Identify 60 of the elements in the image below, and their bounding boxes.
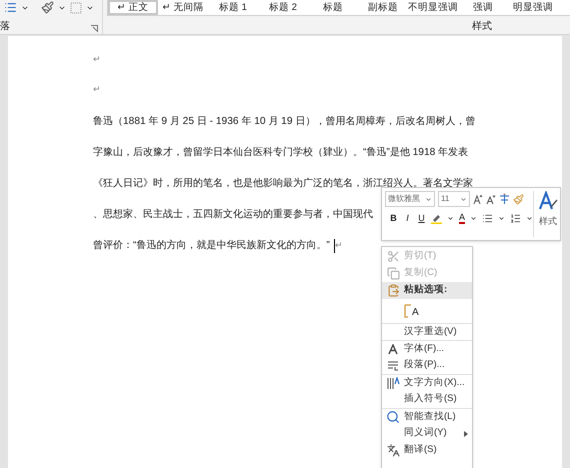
italic-button[interactable]: I [403,212,412,226]
paragraph-mark: ↵ [334,238,343,252]
body-text: 字豫山，后改豫才，曾留学日本仙台医科专门学校（肄业）。“鲁迅”是他 1918 年发表 [93,146,468,160]
body-text: 曾评价：“鲁迅的方向，就是中华民族新文化的方向。” [93,238,330,253]
paragraph-mark: ↵ [93,84,101,94]
caret-icon[interactable] [470,215,478,222]
highlighter-icon[interactable] [431,213,442,224]
translate-icon [386,444,400,457]
font-size-field[interactable]: 11 [438,191,470,207]
style-option[interactable]: 标题 2 [258,0,308,15]
menu-item[interactable]: 同义词(Y) [382,425,472,442]
styles-icon[interactable] [538,191,558,211]
styles-label[interactable]: 样式 [539,215,558,228]
body-text: 《狂人日记》时，所用的笔名，也是他影响最为广泛的笔名，浙江绍兴人。著名文学家 [93,176,473,191]
clipboard-icon [386,284,400,297]
text-direction-icon [386,376,400,390]
menu-item[interactable]: 插入符号(S) [382,391,472,408]
grow-font-icon[interactable] [473,194,483,204]
shading-icon[interactable] [41,1,54,14]
style-option[interactable]: 副标题 [358,0,408,15]
style-option[interactable]: 标题 1 [208,0,258,15]
paragraph-icon [387,360,399,371]
group-label: 落 [0,22,10,32]
style-option[interactable]: 不明显强调 [408,0,458,15]
dialog-launcher-icon[interactable] [91,25,98,32]
shrink-font-icon[interactable] [486,194,496,204]
caret-icon[interactable] [447,215,454,222]
bold-button[interactable]: B [389,212,398,226]
paste-text-only-button[interactable]: A [404,304,419,318]
style-option[interactable]: 标题 [308,0,358,15]
body-text: 、思想家、民主战士，五四新文化运动的重要参与者，中国现代 [93,208,373,222]
menu-item[interactable]: 汉字重选(V) [382,323,472,340]
style-option[interactable]: 强调 [458,0,508,15]
menu-item[interactable]: 文字方向(X)... [382,374,472,391]
body-text: 鲁迅（1881 年 9 月 25 日 - 1936 年 10 月 19 日），曾用名周樟寿，后改名周树人，曾 [93,114,476,129]
menu-item[interactable]: 段落(P)... [382,357,472,374]
copy-icon [386,267,400,280]
group-label: 样式 [472,22,492,32]
font-name-field[interactable]: 微软雅黑 [385,191,435,207]
phonetic-guide-icon[interactable] [499,193,510,205]
borders-icon[interactable] [70,2,82,14]
style-option[interactable]: ↵ 无间隔 [158,0,208,15]
font-color-button[interactable]: A [459,213,466,224]
caret-icon[interactable] [498,215,506,222]
submenu-arrow-icon [464,430,468,436]
paragraph-mark: ↵ [93,54,101,64]
style-option[interactable]: 明显强调 [508,0,558,15]
menu-header: 粘贴选项: [382,282,472,299]
style-option[interactable]: ↵ 正文 [108,0,158,15]
underline-button[interactable]: U [417,212,426,226]
menu-item[interactable]: 智能查找(L) [382,408,472,425]
search-icon [386,410,400,424]
bullets-icon[interactable] [482,213,494,224]
caret-icon[interactable] [526,215,534,222]
numbering-icon[interactable] [510,213,522,224]
line-spacing-icon[interactable] [4,1,17,14]
scissors-icon [386,250,400,263]
menu-item[interactable]: 字体(F)... [382,340,472,357]
letter-a-icon [388,344,398,354]
menu-item[interactable]: 翻译(S) [382,442,472,459]
